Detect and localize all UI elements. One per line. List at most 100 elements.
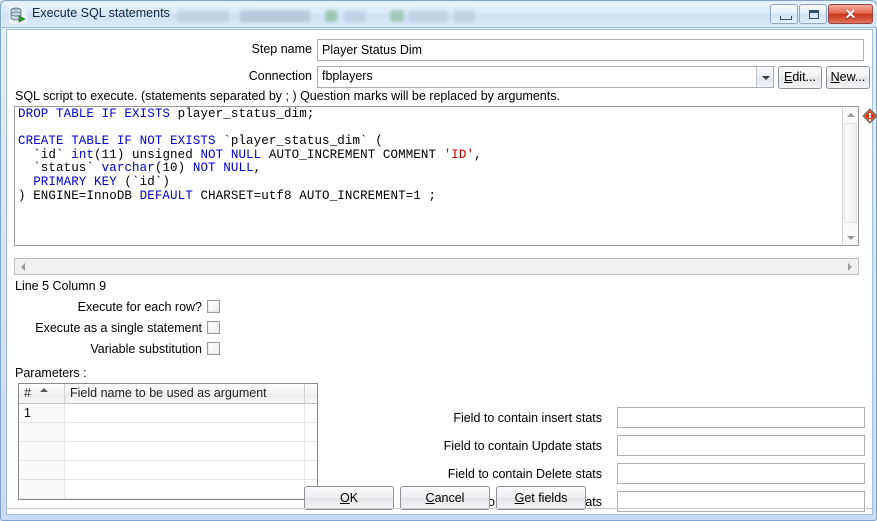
sql-text: `id` [18, 147, 72, 162]
sql-keyword: NOT NULL [200, 147, 269, 162]
edit-button-label-rest: dit... [792, 70, 816, 84]
footer-divider [7, 508, 872, 509]
title-bar: Execute SQL statements ✕ [2, 2, 877, 28]
sql-keyword: DROP TABLE IF EXISTS [18, 107, 178, 121]
sql-keyword: int [71, 147, 95, 162]
sql-text: ) ENGINE=InnoDB [18, 188, 140, 203]
sql-line: PRIMARY KEY (`id`) [18, 174, 838, 190]
sql-keyword: PRIMARY KEY [33, 174, 125, 189]
background-window-artifact [454, 10, 474, 22]
sql-text: , [253, 161, 262, 176]
get-fields-button-mnemonic: G [514, 491, 525, 505]
sql-horizontal-scrollbar[interactable] [14, 258, 859, 275]
ok-button[interactable]: OK [304, 486, 394, 510]
parameters-table-header: # Field name to be used as argument [19, 384, 317, 404]
get-fields-button-label-rest: et fields [524, 491, 568, 505]
background-window-artifact [325, 10, 337, 22]
sql-code-text[interactable]: DROP TABLE IF EXISTS player_status_dim; … [18, 107, 838, 203]
parameters-title: Parameters : [15, 366, 87, 380]
background-window-artifact [240, 10, 310, 22]
background-window-artifact [390, 10, 404, 22]
database-execute-icon [9, 6, 27, 24]
sql-line: DROP TABLE IF EXISTS player_status_dim; [18, 107, 838, 122]
chevron-down-icon[interactable] [756, 67, 773, 87]
scrollbar-thumb[interactable] [844, 123, 857, 223]
caret-status-label: Line 5 Column 9 [15, 279, 107, 293]
execute-for-each-row-label: Execute for each row? [77, 300, 202, 314]
execute-as-single-statement-label: Execute as a single statement [35, 321, 202, 335]
table-row[interactable] [19, 461, 317, 480]
variable-diamond-icon [862, 108, 877, 124]
minimize-button[interactable] [770, 4, 798, 24]
row-index-cell [19, 461, 65, 479]
background-window-artifact [408, 10, 448, 22]
get-fields-button[interactable]: Get fields [496, 486, 586, 510]
execute-as-single-statement-checkbox[interactable] [207, 321, 220, 334]
sql-keyword: CREATE TABLE IF NOT EXISTS [18, 134, 224, 149]
sql-editor[interactable]: DROP TABLE IF EXISTS player_status_dim; … [14, 106, 859, 246]
spacer-cell [305, 461, 317, 479]
new-button-label-rest: ew... [839, 70, 866, 84]
sql-text: player_status_dim; [177, 107, 315, 121]
dialog-body: Step name Connection fbplayers Edit... N… [6, 29, 877, 515]
column-header-spacer [305, 384, 317, 403]
cancel-button-mnemonic: C [425, 491, 435, 505]
insert-stats-field[interactable] [617, 407, 865, 428]
row-index-cell [19, 442, 65, 460]
variable-substitution-checkbox[interactable] [207, 342, 220, 355]
field-name-cell[interactable] [65, 461, 305, 479]
connection-combobox[interactable]: fbplayers [317, 66, 774, 88]
row-index-cell: 1 [19, 404, 65, 422]
field-name-cell[interactable] [65, 404, 305, 422]
sql-vertical-scrollbar[interactable] [842, 107, 858, 245]
table-row[interactable] [19, 423, 317, 442]
new-connection-button[interactable]: New... [826, 66, 870, 89]
step-name-label: Step name [251, 42, 312, 56]
sql-line: CREATE TABLE IF NOT EXISTS `player_statu… [18, 134, 838, 149]
scroll-up-icon[interactable] [843, 107, 858, 122]
spacer-cell [305, 423, 317, 441]
background-window-artifact [344, 10, 366, 22]
maximize-button[interactable] [799, 4, 827, 24]
close-button[interactable]: ✕ [828, 4, 873, 24]
delete-stats-field[interactable] [617, 463, 865, 484]
field-name-cell[interactable] [65, 480, 305, 498]
scroll-down-icon[interactable] [843, 230, 858, 245]
row-index-cell [19, 423, 65, 441]
row-index-cell [19, 480, 65, 498]
window-title: Execute SQL statements [32, 6, 170, 20]
step-name-input[interactable] [317, 39, 864, 61]
edit-connection-button[interactable]: Edit... [778, 66, 822, 89]
parameters-table[interactable]: # Field name to be used as argument 1 [18, 383, 318, 500]
ok-button-mnemonic: O [339, 491, 350, 505]
field-name-cell[interactable] [65, 442, 305, 460]
maximize-icon [809, 10, 819, 19]
delete-stats-label: Field to contain Delete stats [447, 467, 602, 481]
column-header-field-name[interactable]: Field name to be used as argument [65, 384, 305, 403]
close-icon: ✕ [844, 6, 857, 22]
sql-line: `status` varchar(10) NOT NULL, [18, 162, 838, 176]
new-button-mnemonic: N [830, 70, 840, 84]
table-row[interactable] [19, 480, 317, 499]
table-row[interactable] [19, 442, 317, 461]
cancel-button-label-rest: ancel [434, 491, 465, 505]
spacer-cell [305, 404, 317, 422]
update-stats-field[interactable] [617, 435, 865, 456]
background-window-artifact [177, 10, 229, 22]
cancel-button[interactable]: Cancel [400, 486, 490, 510]
column-header-index[interactable]: # [19, 384, 65, 403]
table-row[interactable]: 1 [19, 404, 317, 423]
field-name-cell[interactable] [65, 423, 305, 441]
sql-text: `status` [18, 161, 102, 176]
connection-label: Connection [248, 69, 312, 83]
sql-text: AUTO_INCREMENT COMMENT [268, 147, 444, 162]
sql-line: `id` int(11) unsigned NOT NULL AUTO_INCR… [18, 147, 838, 163]
scroll-right-icon[interactable] [843, 259, 858, 274]
sql-hint-label: SQL script to execute. (statements separ… [15, 89, 560, 103]
sql-text: `player_status_dim` ( [223, 134, 383, 149]
ok-button-label-rest: K [349, 491, 359, 505]
execute-for-each-row-checkbox[interactable] [207, 300, 220, 313]
scroll-left-icon[interactable] [15, 259, 30, 274]
spacer-cell [305, 442, 317, 460]
